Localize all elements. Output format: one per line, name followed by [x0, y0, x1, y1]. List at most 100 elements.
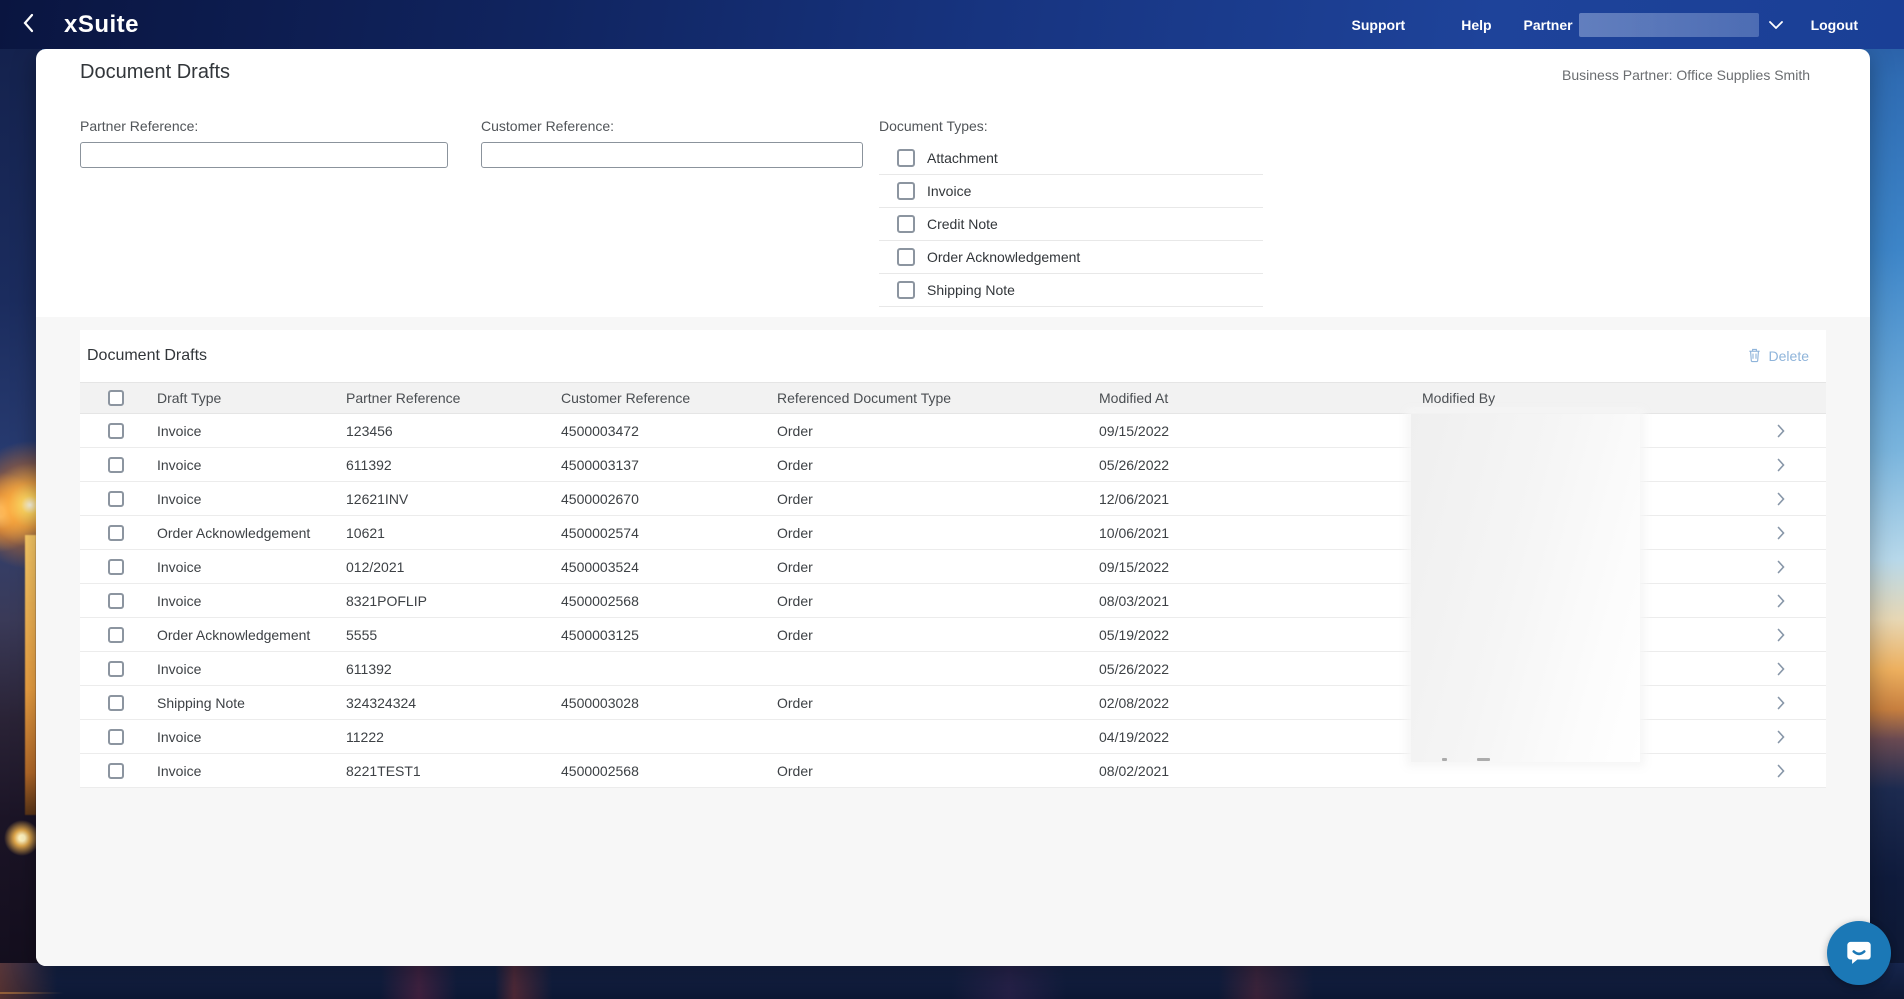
cell-customer-reference: 4500003524	[553, 559, 769, 575]
document-type-checkbox[interactable]	[897, 215, 915, 233]
chevron-right-icon[interactable]	[1767, 730, 1826, 744]
document-type-label: Credit Note	[927, 216, 998, 232]
delete-button[interactable]: Delete	[1741, 346, 1815, 367]
chevron-right-icon[interactable]	[1767, 458, 1826, 472]
cell-draft-type: Order Acknowledgement	[149, 525, 338, 541]
column-header-modified-at[interactable]: Modified At	[1091, 390, 1414, 406]
chevron-right-icon[interactable]	[1767, 560, 1826, 574]
support-link[interactable]: Support	[1352, 17, 1406, 33]
cell-customer-reference: 4500003028	[553, 695, 769, 711]
document-type-option[interactable]: Credit Note	[879, 208, 1263, 241]
chevron-right-icon[interactable]	[1767, 696, 1826, 710]
cell-partner-reference: 611392	[338, 457, 553, 473]
cell-partner-reference: 10621	[338, 525, 553, 541]
cell-customer-reference: 4500002670	[553, 491, 769, 507]
table-header-row: Draft Type Partner Reference Customer Re…	[80, 382, 1826, 414]
modified-by-redaction-blur	[1411, 414, 1640, 762]
cell-partner-reference: 12621INV	[338, 491, 553, 507]
document-type-label: Attachment	[927, 150, 998, 166]
cell-referenced-document-type: Order	[769, 559, 1091, 575]
cell-draft-type: Order Acknowledgement	[149, 627, 338, 643]
content-area: Document Drafts Delete Draft Type Partne	[36, 317, 1870, 966]
background-photo-bottom	[0, 963, 1904, 999]
select-all-checkbox[interactable]	[108, 390, 124, 406]
chevron-right-icon[interactable]	[1767, 594, 1826, 608]
cell-referenced-document-type: Order	[769, 695, 1091, 711]
chat-launcher-button[interactable]	[1827, 921, 1891, 985]
business-partner-text: Business Partner: Office Supplies Smith	[1562, 67, 1810, 83]
row-checkbox[interactable]	[108, 457, 124, 473]
app-logo: xSuite	[64, 11, 139, 39]
row-checkbox[interactable]	[108, 763, 124, 779]
partner-reference-label: Partner Reference:	[80, 118, 198, 134]
row-checkbox[interactable]	[108, 525, 124, 541]
document-type-option[interactable]: Shipping Note	[879, 274, 1263, 307]
chevron-right-icon[interactable]	[1767, 526, 1826, 540]
row-checkbox[interactable]	[108, 695, 124, 711]
row-checkbox[interactable]	[108, 729, 124, 745]
row-checkbox[interactable]	[108, 627, 124, 643]
document-type-option[interactable]: Attachment	[879, 142, 1263, 175]
cell-referenced-document-type: Order	[769, 593, 1091, 609]
row-checkbox[interactable]	[108, 423, 124, 439]
customer-reference-label: Customer Reference:	[481, 118, 614, 134]
cell-modified-at: 09/15/2022	[1091, 423, 1414, 439]
document-type-checkbox[interactable]	[897, 182, 915, 200]
chevron-right-icon[interactable]	[1767, 764, 1826, 778]
column-header-customer-reference[interactable]: Customer Reference	[553, 390, 769, 406]
document-type-checkbox[interactable]	[897, 281, 915, 299]
chevron-right-icon[interactable]	[1767, 662, 1826, 676]
document-type-checkbox[interactable]	[897, 149, 915, 167]
cell-referenced-document-type: Order	[769, 525, 1091, 541]
cell-referenced-document-type: Order	[769, 423, 1091, 439]
column-header-partner-reference[interactable]: Partner Reference	[338, 390, 553, 406]
cell-modified-at: 08/03/2021	[1091, 593, 1414, 609]
cell-draft-type: Invoice	[149, 729, 338, 745]
page-header: Document Drafts Business Partner: Office…	[36, 49, 1870, 99]
document-types-list: Attachment Invoice Credit Note Order Acknow…	[879, 142, 1263, 307]
redaction-artifact	[1442, 758, 1447, 761]
column-header-referenced-document-type[interactable]: Referenced Document Type	[769, 390, 1091, 406]
cell-modified-at: 05/19/2022	[1091, 627, 1414, 643]
chevron-right-icon[interactable]	[1767, 628, 1826, 642]
page-title: Document Drafts	[80, 61, 230, 84]
cell-modified-at: 10/06/2021	[1091, 525, 1414, 541]
document-type-option[interactable]: Order Acknowledgement	[879, 241, 1263, 274]
chevron-right-icon[interactable]	[1767, 492, 1826, 506]
back-button[interactable]	[22, 13, 42, 37]
cell-modified-at: 02/08/2022	[1091, 695, 1414, 711]
column-header-draft-type[interactable]: Draft Type	[149, 390, 338, 406]
chevron-right-icon[interactable]	[1767, 424, 1826, 438]
cell-partner-reference: 8221TEST1	[338, 763, 553, 779]
cell-modified-at: 12/06/2021	[1091, 491, 1414, 507]
cell-draft-type: Invoice	[149, 491, 338, 507]
help-link[interactable]: Help	[1461, 17, 1491, 33]
row-checkbox[interactable]	[108, 559, 124, 575]
cell-draft-type: Shipping Note	[149, 695, 338, 711]
cell-partner-reference: 8321POFLIP	[338, 593, 553, 609]
row-checkbox[interactable]	[108, 593, 124, 609]
partner-reference-input[interactable]	[80, 142, 448, 168]
table-toolbar: Document Drafts Delete	[80, 330, 1826, 382]
cell-referenced-document-type: Order	[769, 491, 1091, 507]
cell-customer-reference: 4500002574	[553, 525, 769, 541]
filter-bar: Partner Reference: Customer Reference: D…	[36, 99, 1870, 317]
top-nav: Support Help Partner Logout	[1352, 13, 1904, 37]
cell-draft-type: Invoice	[149, 593, 338, 609]
chat-bubble-icon	[1842, 935, 1876, 972]
row-checkbox[interactable]	[108, 491, 124, 507]
cell-customer-reference: 4500002568	[553, 593, 769, 609]
customer-reference-input[interactable]	[481, 142, 863, 168]
cell-customer-reference: 4500002568	[553, 763, 769, 779]
table-title: Document Drafts	[87, 347, 207, 365]
cell-draft-type: Invoice	[149, 423, 338, 439]
document-type-option[interactable]: Invoice	[879, 175, 1263, 208]
logout-link[interactable]: Logout	[1811, 17, 1858, 33]
partner-selector[interactable]: Partner	[1524, 13, 1783, 37]
chevron-down-icon	[1769, 21, 1783, 29]
document-type-checkbox[interactable]	[897, 248, 915, 266]
cell-partner-reference: 611392	[338, 661, 553, 677]
column-header-modified-by[interactable]: Modified By	[1414, 390, 1767, 406]
row-checkbox[interactable]	[108, 661, 124, 677]
cell-modified-at: 04/19/2022	[1091, 729, 1414, 745]
